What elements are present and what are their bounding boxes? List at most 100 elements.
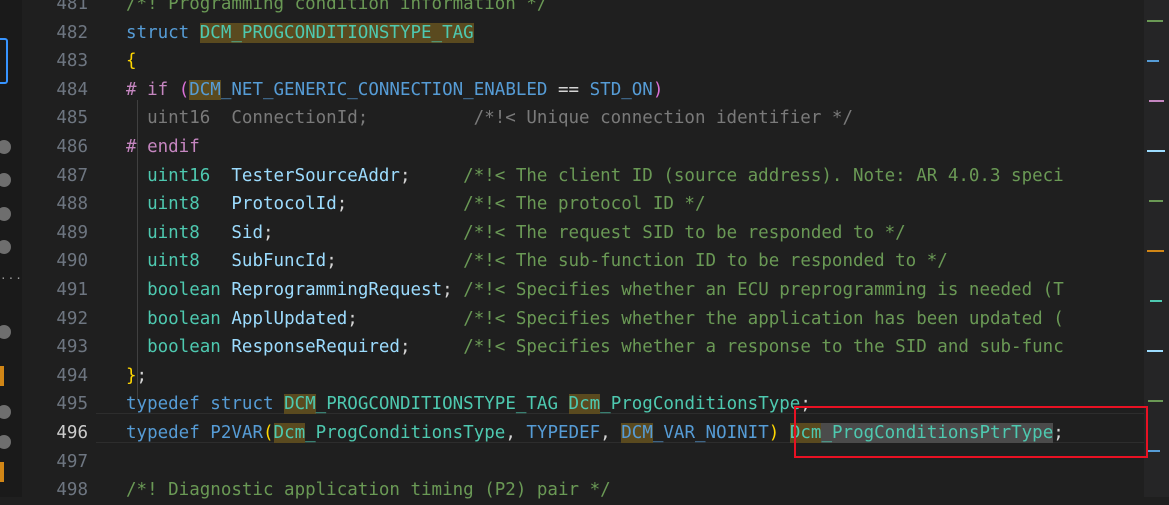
line-number: 487 <box>56 165 88 186</box>
code-token: /*!< The sub-function ID to be responded… <box>463 251 948 272</box>
code-token: /*!< Specifies whether an ECU preprogram… <box>463 280 1064 300</box>
code-token: /*!< The client ID (source address). Not… <box>463 165 1064 186</box>
code-token: typedef <box>126 394 211 415</box>
code-token: /*! Programming condition information */ <box>126 0 548 14</box>
line-number: 495 <box>56 394 88 415</box>
code-token: struct <box>210 394 285 415</box>
code-token: P2VAR <box>210 423 263 443</box>
code-token: ; <box>399 337 464 358</box>
line-number: 481 <box>56 0 88 14</box>
code-token: uint16 <box>147 165 211 186</box>
code-line[interactable]: uint8 ProtocolId; /*!< The protocol ID *… <box>126 190 706 219</box>
code-token: DCM_PROGCONDITIONSTYPE_TAG <box>199 22 474 43</box>
code-token: boolean <box>147 308 221 329</box>
line-number: 485 <box>56 108 88 129</box>
code-token: ; <box>136 365 148 386</box>
line-number: 490 <box>56 251 88 272</box>
code-token: /*!< Specifies whether a response to the… <box>463 337 1064 358</box>
code-token: ReprogrammingRequest <box>231 280 443 300</box>
line-number: 486 <box>56 137 88 157</box>
code-token: /*!< Specifies whether the application h… <box>463 308 1064 329</box>
code-token: boolean <box>147 280 221 300</box>
line-number: 491 <box>56 280 88 300</box>
breakpoint-icon[interactable] <box>0 405 11 419</box>
code-token: _PROGCONDITIONSTYPE_TAG <box>315 394 558 415</box>
code-line[interactable]: uint16 TesterSourceAddr; /*!< The client… <box>126 162 1064 191</box>
code-token: # endif <box>126 137 200 157</box>
breakpoint-icon[interactable] <box>0 207 11 221</box>
line-number: 489 <box>56 222 88 243</box>
code-token: /*!< The protocol ID */ <box>463 194 706 215</box>
code-line[interactable]: uint16 ConnectionId; /*!< Unique connect… <box>126 104 853 133</box>
selected-item-frame[interactable] <box>0 38 8 84</box>
code-token: TYPEDEF <box>526 423 601 443</box>
code-line[interactable]: typedef struct DCM_PROGCONDITIONSTYPE_TA… <box>126 390 811 419</box>
code-token: ApplUpdated <box>231 308 348 329</box>
code-token: typedef <box>126 423 211 443</box>
code-token: SubFuncId <box>231 251 327 272</box>
breakpoint-icon[interactable] <box>0 240 11 254</box>
line-number: 498 <box>56 480 88 501</box>
code-line[interactable]: # if (DCM_NET_GENERIC_CONNECTION_ENABLED… <box>126 76 663 105</box>
code-line[interactable]: boolean ApplUpdated; /*!< Specifies whet… <box>126 305 1064 334</box>
code-line[interactable]: uint8 SubFuncId; /*!< The sub-function I… <box>126 247 948 276</box>
code-token: ) <box>652 79 664 100</box>
code-line[interactable]: { <box>126 47 137 76</box>
code-token: uint8 <box>147 222 200 243</box>
code-line[interactable]: boolean ReprogrammingRequest; /*!< Speci… <box>126 276 1064 305</box>
breakpoint-icon[interactable] <box>0 325 11 339</box>
code-token: /*! Diagnostic application timing (P2) p… <box>126 480 611 501</box>
code-line[interactable]: uint8 Sid; /*!< The request SID to be re… <box>126 219 906 248</box>
modified-marker-icon <box>0 462 4 482</box>
code-token: Dcm <box>273 423 306 443</box>
code-line[interactable]: # endif <box>126 133 200 162</box>
code-token: ; <box>262 222 464 243</box>
code-token: == <box>547 79 590 100</box>
line-number: 492 <box>56 308 88 329</box>
code-token: ; <box>347 308 464 329</box>
code-token: DCM <box>189 79 221 100</box>
code-token: uint16 ConnectionId; /*!< Unique connect… <box>126 108 853 129</box>
line-number: 496 <box>56 423 88 443</box>
breakpoint-icon[interactable] <box>0 435 11 449</box>
code-token: ProtocolId <box>231 194 337 215</box>
code-token: DCM <box>621 423 653 443</box>
code-token: ResponseRequired <box>231 337 400 358</box>
code-token: Sid <box>231 222 263 243</box>
code-token: } <box>126 365 137 386</box>
code-token: TesterSourceAddr <box>231 165 400 186</box>
line-number: 483 <box>56 51 88 72</box>
code-line[interactable]: boolean ResponseRequired; /*!< Specifies… <box>126 333 1064 362</box>
code-token: Dcm <box>568 394 601 415</box>
code-line[interactable]: }; <box>126 362 147 391</box>
code-token: _NET_GENERIC_CONNECTION_ENABLED <box>220 79 548 100</box>
code-token: , <box>505 423 527 443</box>
code-token: { <box>126 51 137 72</box>
left-activity-strip: ··· <box>0 0 22 497</box>
code-token: uint8 <box>147 251 200 272</box>
code-line[interactable]: /*! Diagnostic application timing (P2) p… <box>126 476 611 505</box>
breakpoint-icon[interactable] <box>0 140 11 154</box>
code-token: uint8 <box>147 194 200 215</box>
code-token: ; <box>326 251 464 272</box>
line-number: 488 <box>56 194 88 215</box>
modified-marker-icon <box>0 366 4 386</box>
code-line[interactable]: struct DCM_PROGCONDITIONSTYPE_TAG <box>126 19 474 48</box>
code-token: ; <box>399 165 464 186</box>
code-token: ; <box>442 280 464 300</box>
code-token: , <box>600 423 622 443</box>
code-token: /*!< The request SID to be responded to … <box>463 222 906 243</box>
breakpoint-icon[interactable] <box>0 173 11 187</box>
code-line[interactable]: /*! Programming condition information */ <box>126 0 547 19</box>
